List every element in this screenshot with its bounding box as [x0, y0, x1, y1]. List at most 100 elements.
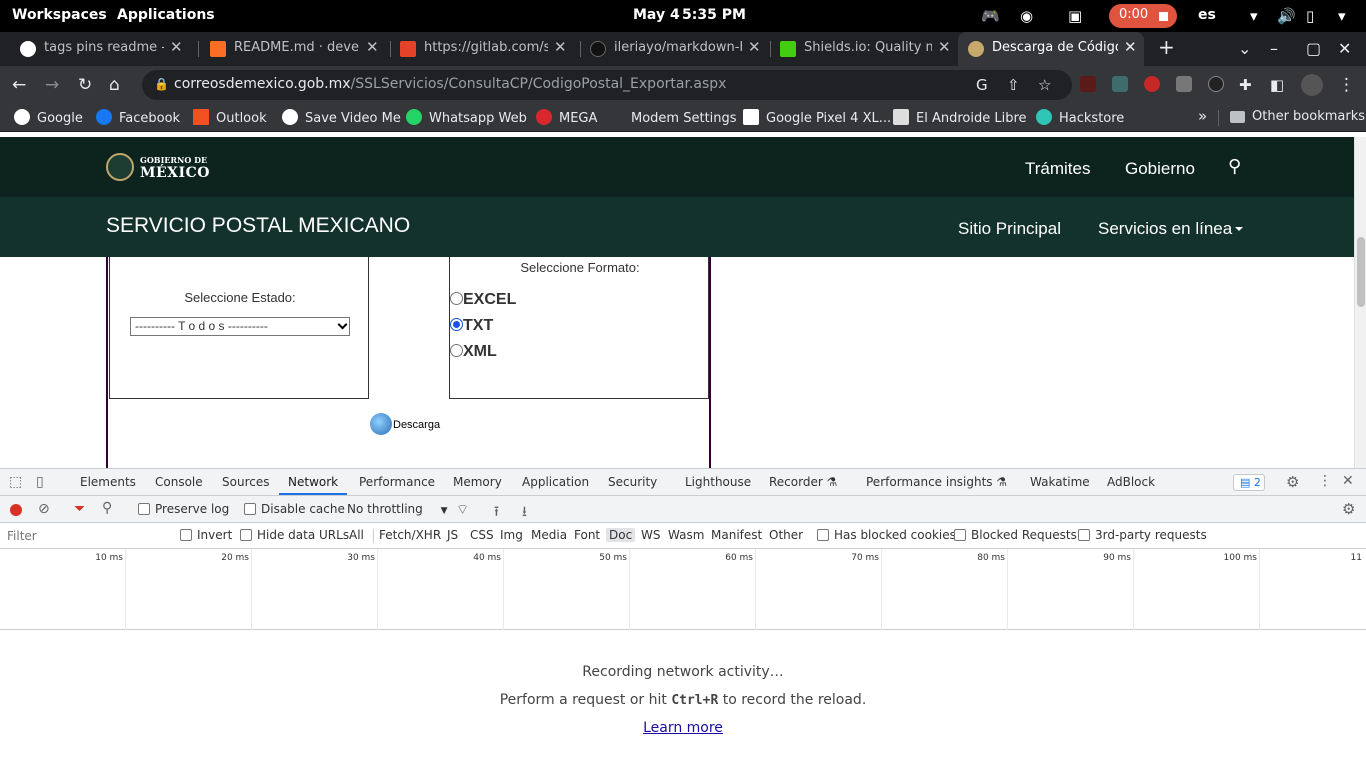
radio-button-checked[interactable] [450, 318, 463, 331]
record-button-icon[interactable] [10, 504, 22, 516]
device-toolbar-icon[interactable]: ▯ [36, 474, 44, 490]
preserve-log-checkbox[interactable]: Preserve log [138, 502, 229, 516]
close-tab-icon[interactable]: ✕ [748, 38, 761, 56]
blocked-requests-checkbox[interactable]: Blocked Requests [954, 528, 1077, 542]
tab-sources[interactable]: Sources [222, 475, 269, 489]
descarga-button[interactable]: Descarga [370, 413, 440, 435]
address-bar[interactable]: 🔒 correosdemexico.gob.mx/SSLServicios/Co… [142, 70, 1072, 100]
third-party-requests-checkbox[interactable]: 3rd-party requests [1078, 528, 1207, 542]
filter-funnel-icon[interactable]: ⏷ [74, 501, 85, 517]
browser-tab[interactable]: https://gitlab.com/s ✕ [400, 32, 574, 66]
tab-adblock[interactable]: AdBlock [1107, 475, 1155, 489]
type-filter-img[interactable]: Img [500, 528, 523, 542]
browser-tab-active[interactable]: Descarga de Códigos ✕ [958, 32, 1144, 66]
applications-menu[interactable]: Applications [117, 7, 215, 23]
inspect-element-icon[interactable]: ⬚ [9, 474, 22, 490]
type-filter-all[interactable]: All [349, 528, 364, 542]
close-tab-icon[interactable]: ✕ [1124, 38, 1137, 56]
wifi-icon[interactable]: ▾ [1250, 7, 1258, 25]
camera-extension-icon[interactable] [1176, 76, 1192, 92]
bookmark-outlook[interactable]: Outlook [193, 109, 267, 126]
type-filter-manifest[interactable]: Manifest [711, 528, 762, 542]
browser-tab[interactable]: Shields.io: Quality m ✕ [780, 32, 954, 66]
extension-icon[interactable] [1080, 76, 1096, 92]
type-filter-fetch-xhr[interactable]: Fetch/XHR [379, 528, 441, 542]
forward-icon[interactable]: → [45, 75, 59, 95]
avatar[interactable] [1301, 74, 1323, 96]
checkbox[interactable] [817, 529, 829, 541]
new-tab-button[interactable]: + [1158, 35, 1175, 59]
browser-tab[interactable]: ileriayo/markdown-b ✕ [590, 32, 764, 66]
estado-select[interactable]: ---------- T o d o s ---------- [130, 317, 350, 336]
bookmarks-overflow-button[interactable]: » [1198, 107, 1207, 125]
chrome-menu-icon[interactable]: ⋮ [1338, 75, 1355, 95]
extension-icon[interactable] [1144, 76, 1160, 92]
more-options-icon[interactable]: ⋮ [1318, 473, 1332, 489]
radio-button[interactable] [450, 292, 463, 305]
bookmark-facebook[interactable]: Facebook [96, 109, 180, 126]
stop-icon[interactable] [1159, 12, 1168, 21]
extension-icon[interactable] [1112, 76, 1128, 92]
radio-button[interactable] [450, 344, 463, 357]
throttling-select[interactable]: No throttling ▼ [347, 502, 448, 516]
type-filter-doc[interactable]: Doc [606, 528, 636, 542]
bookmark-hackstore[interactable]: Hackstore [1036, 109, 1124, 126]
type-filter-wasm[interactable]: Wasm [668, 528, 704, 542]
tab-recorder[interactable]: Recorder ⚗ [769, 475, 837, 489]
type-filter-font[interactable]: Font [574, 528, 600, 542]
bookmark-mega[interactable]: MEGA [536, 109, 597, 126]
tab-memory[interactable]: Memory [453, 475, 502, 489]
close-window-icon[interactable]: ✕ [1338, 39, 1351, 58]
screen-recording-indicator[interactable]: 0:00 [1109, 4, 1177, 28]
language-indicator[interactable]: es [1198, 7, 1216, 23]
extensions-puzzle-icon[interactable]: ✚ [1239, 76, 1252, 94]
tab-performance[interactable]: Performance [359, 475, 435, 489]
close-devtools-icon[interactable]: ✕ [1342, 473, 1354, 489]
scrollbar-thumb[interactable] [1357, 237, 1365, 307]
tab-application[interactable]: Application [522, 475, 589, 489]
power-menu-icon[interactable]: ▾ [1338, 7, 1346, 25]
bookmark-modem[interactable]: Modem Settings [608, 109, 737, 126]
bookmark-whatsapp[interactable]: Whatsapp Web [406, 109, 527, 126]
nav-link-servicios-en-linea[interactable]: Servicios en línea [1098, 219, 1244, 239]
tab-elements[interactable]: Elements [80, 475, 136, 489]
clock-date[interactable]: May 4 [633, 7, 680, 23]
site-title[interactable]: SERVICIO POSTAL MEXICANO [106, 214, 410, 238]
issues-badge[interactable]: ▤ 2 [1233, 474, 1265, 491]
browser-tab[interactable]: README.md · develop ✕ [210, 32, 384, 66]
search-icon[interactable]: ⚲ [102, 500, 112, 516]
tab-performance-insights[interactable]: Performance insights ⚗ [866, 475, 1007, 489]
type-filter-other[interactable]: Other [769, 528, 803, 542]
google-lens-icon[interactable]: G [976, 76, 988, 94]
checkbox[interactable] [1078, 529, 1090, 541]
bookmark-google[interactable]: Google [14, 109, 83, 126]
hide-data-urls-checkbox[interactable]: Hide data URLs [240, 528, 349, 542]
type-filter-js[interactable]: JS [447, 528, 458, 542]
nav-link-gobierno[interactable]: Gobierno [1125, 159, 1195, 179]
close-tab-icon[interactable]: ✕ [938, 38, 951, 56]
disable-cache-checkbox[interactable]: Disable cache [244, 502, 345, 516]
has-blocked-cookies-checkbox[interactable]: Has blocked cookies [817, 528, 956, 542]
network-settings-gear-icon[interactable]: ⚙ [1342, 500, 1355, 518]
tab-wakatime[interactable]: Wakatime [1030, 475, 1090, 489]
discord-icon[interactable]: 🎮 [981, 7, 1000, 25]
close-tab-icon[interactable]: ✕ [170, 38, 183, 56]
share-icon[interactable]: ⇧ [1007, 76, 1020, 94]
type-filter-css[interactable]: CSS [470, 528, 494, 542]
search-icon[interactable]: ⚲ [1228, 156, 1241, 177]
network-conditions-icon[interactable]: ⌔ [456, 501, 469, 519]
reload-icon[interactable]: ↻ [78, 75, 92, 95]
checkbox[interactable] [954, 529, 966, 541]
extension-icon[interactable] [1208, 76, 1224, 92]
home-icon[interactable]: ⌂ [109, 75, 120, 95]
checkbox[interactable] [244, 503, 256, 515]
tab-search-icon[interactable]: ⌄ [1238, 39, 1251, 58]
formato-option-xml[interactable]: XML [450, 343, 497, 361]
tab-console[interactable]: Console [155, 475, 203, 489]
nav-link-tramites[interactable]: Trámites [1025, 159, 1091, 179]
page-scrollbar[interactable] [1354, 137, 1366, 468]
filter-input[interactable] [3, 525, 170, 546]
formato-option-txt[interactable]: TXT [450, 317, 493, 335]
import-har-icon[interactable]: ⭱ [494, 501, 499, 525]
tab-security[interactable]: Security [608, 475, 657, 489]
